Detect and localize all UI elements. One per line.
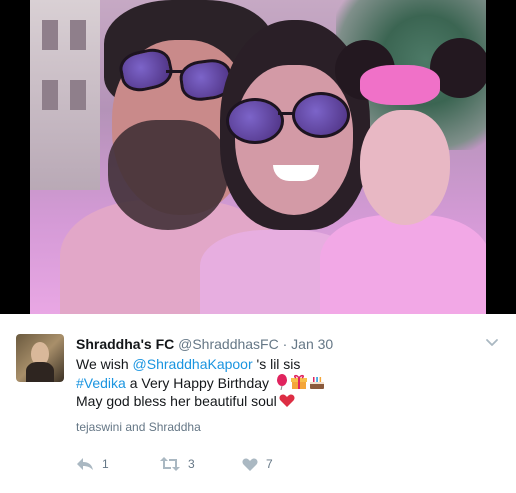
tweet-text-segment: 's lil sis bbox=[252, 356, 301, 372]
tweet-text: We wish @ShraddhaKapoor 's lil sis #Vedi… bbox=[76, 355, 496, 411]
mention-link[interactable]: @ShraddhaKapoor bbox=[133, 356, 253, 372]
user-handle[interactable]: @ShraddhasFC bbox=[178, 336, 279, 352]
display-name[interactable]: Shraddha's FC bbox=[76, 336, 174, 352]
retweet-button[interactable]: 3 bbox=[160, 455, 195, 473]
balloon-icon bbox=[276, 373, 287, 390]
like-count: 7 bbox=[266, 457, 273, 471]
tweet-text-segment: We wish bbox=[76, 356, 133, 372]
tweet-text-line-3: May god bless her beautiful soul bbox=[76, 392, 496, 411]
girl-face bbox=[360, 110, 450, 225]
tweet-text-line-2: #Vedika a Very Happy Birthday bbox=[76, 373, 496, 393]
hashtag-link[interactable]: #Vedika bbox=[76, 375, 126, 391]
retweet-icon bbox=[160, 457, 180, 471]
tweet-text-line-1: We wish @ShraddhaKapoor 's lil sis bbox=[76, 355, 496, 374]
header-separator: · bbox=[282, 336, 288, 352]
photo-image bbox=[30, 0, 486, 314]
photo-background-building bbox=[30, 0, 100, 190]
cake-icon bbox=[309, 376, 324, 389]
red-heart-icon bbox=[279, 394, 295, 407]
tweet-text-segment: a Very Happy Birthday bbox=[125, 374, 270, 391]
woman-sunglasses-bridge bbox=[278, 112, 294, 115]
gift-icon bbox=[290, 374, 307, 389]
tweet[interactable]: Shraddha's FC @ShraddhasFC · Jan 30 We w… bbox=[0, 314, 516, 493]
woman-sunglasses-left-lens bbox=[226, 98, 284, 144]
reply-button[interactable]: 1 bbox=[76, 455, 109, 473]
reply-icon bbox=[77, 458, 93, 470]
like-button[interactable]: 7 bbox=[242, 455, 273, 473]
man-sunglasses-bridge bbox=[166, 70, 184, 73]
man-beard bbox=[108, 120, 228, 230]
woman-sunglasses-right-lens bbox=[292, 92, 350, 138]
girl-dress bbox=[320, 215, 486, 314]
liked-by-text[interactable]: tejaswini and Shraddha bbox=[76, 420, 201, 434]
tweet-header: Shraddha's FC @ShraddhasFC · Jan 30 bbox=[76, 335, 333, 353]
girl-pink-bow bbox=[360, 65, 440, 105]
reply-count: 1 bbox=[102, 457, 109, 471]
chevron-down-icon[interactable] bbox=[484, 334, 500, 350]
retweet-count: 3 bbox=[188, 457, 195, 471]
heart-icon bbox=[242, 457, 258, 471]
tweet-date[interactable]: Jan 30 bbox=[291, 336, 333, 352]
avatar[interactable] bbox=[16, 334, 64, 382]
tweet-text-segment: May god bless her beautiful soul bbox=[76, 393, 277, 409]
tweet-media-photo[interactable] bbox=[0, 0, 516, 314]
